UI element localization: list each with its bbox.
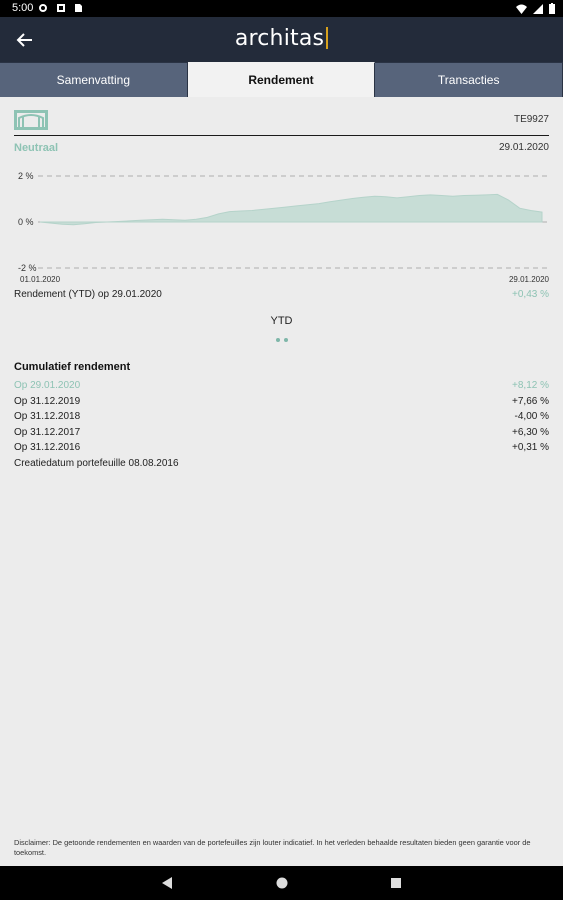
cumulative-title: Cumulatief rendement [14,361,131,373]
cumulative-date: Op 31.12.2019 [14,395,81,407]
portfolio-header: TE9927 [14,108,549,136]
period-selector[interactable]: YTD [14,315,549,327]
cumulative-value: +6,30 % [512,426,549,438]
disclaimer: Disclaimer: De getoonde rendementen en w… [14,838,531,857]
status-bar: 5:00 [0,0,563,17]
cumulative-date: Op 31.12.2018 [14,411,81,422]
cumulative-list: Op 29.01.2020 +8,12 % Op 31.12.2019 +7,6… [14,379,549,457]
content: TE9927 Neutraal 29.01.2020 2 % 0 % -2 % … [14,108,549,469]
cumulative-value: +7,66 % [512,395,549,407]
portfolio-building-icon [14,110,48,130]
portfolio-code: TE9927 [513,114,549,125]
cumulative-date: Op 31.12.2017 [14,426,81,438]
list-item: Op 31.12.2018 -4,00 % [14,410,549,426]
cumulative-value: +8,12 % [512,380,549,391]
settings-icon [39,4,47,12]
page-indicator [14,329,549,347]
sim-icon [75,4,82,12]
notification-icon [57,4,65,12]
x-tick-start: 01.01.2020 [20,275,61,284]
status-time: 5:00 [12,2,34,14]
tab-rendement[interactable]: Rendement [187,62,376,97]
cumulative-date: Op 31.12.2016 [14,442,81,453]
battery-icon [549,3,555,14]
chart-svg: 2 % 0 % -2 % 01.01.2020 29.01.2020 [18,171,549,284]
list-item: Op 31.12.2019 +7,66 % [14,395,549,411]
ytd-return-row: Rendement (YTD) op 29.01.2020 +0,43 % [14,287,549,305]
page-dot-1[interactable] [275,338,280,342]
ytd-return-label: Rendement (YTD) op 29.01.2020 [14,289,162,300]
cumulative-date: Op 29.01.2020 [14,380,81,391]
series-area [39,193,543,226]
signal-icon [533,3,543,14]
navigation-bar [0,866,563,900]
creation-date: Creatiedatum portefeuille 08.08.2016 [14,457,179,469]
wifi-icon [516,4,527,14]
risk-profile: Neutraal [14,142,59,154]
nav-home-icon[interactable] [275,876,289,890]
y-tick-0: 0 % [18,217,34,227]
list-item: Op 29.01.2020 +8,12 % [14,379,549,395]
profile-row: Neutraal 29.01.2020 [14,140,549,160]
cumulative-value: -4,00 % [514,411,549,422]
y-tick-minus-2: -2 % [18,263,37,273]
x-tick-end: 29.01.2020 [509,275,549,284]
brand-logo: architas [0,26,563,51]
app-bar: architas [0,17,563,62]
brand-accent-bar [326,27,329,49]
performance-chart: 2 % 0 % -2 % 01.01.2020 29.01.2020 [14,160,549,285]
brand-name: architas [234,26,325,51]
tab-samenvatting[interactable]: Samenvatting [0,62,188,97]
y-tick-2: 2 % [18,171,34,181]
list-item: Op 31.12.2016 +0,31 % [14,441,549,457]
tab-bar: Samenvatting Rendement Transacties [0,62,563,97]
nav-recents-icon[interactable] [389,876,403,890]
ytd-return-value: +0,43 % [512,289,549,300]
cumulative-value: +0,31 % [512,442,549,453]
tab-transacties[interactable]: Transacties [375,62,563,97]
portfolio-date: 29.01.2020 [498,142,549,153]
nav-back-icon[interactable] [160,876,174,890]
list-item: Op 31.12.2017 +6,30 % [14,426,549,442]
page-dot-2[interactable] [283,338,288,342]
